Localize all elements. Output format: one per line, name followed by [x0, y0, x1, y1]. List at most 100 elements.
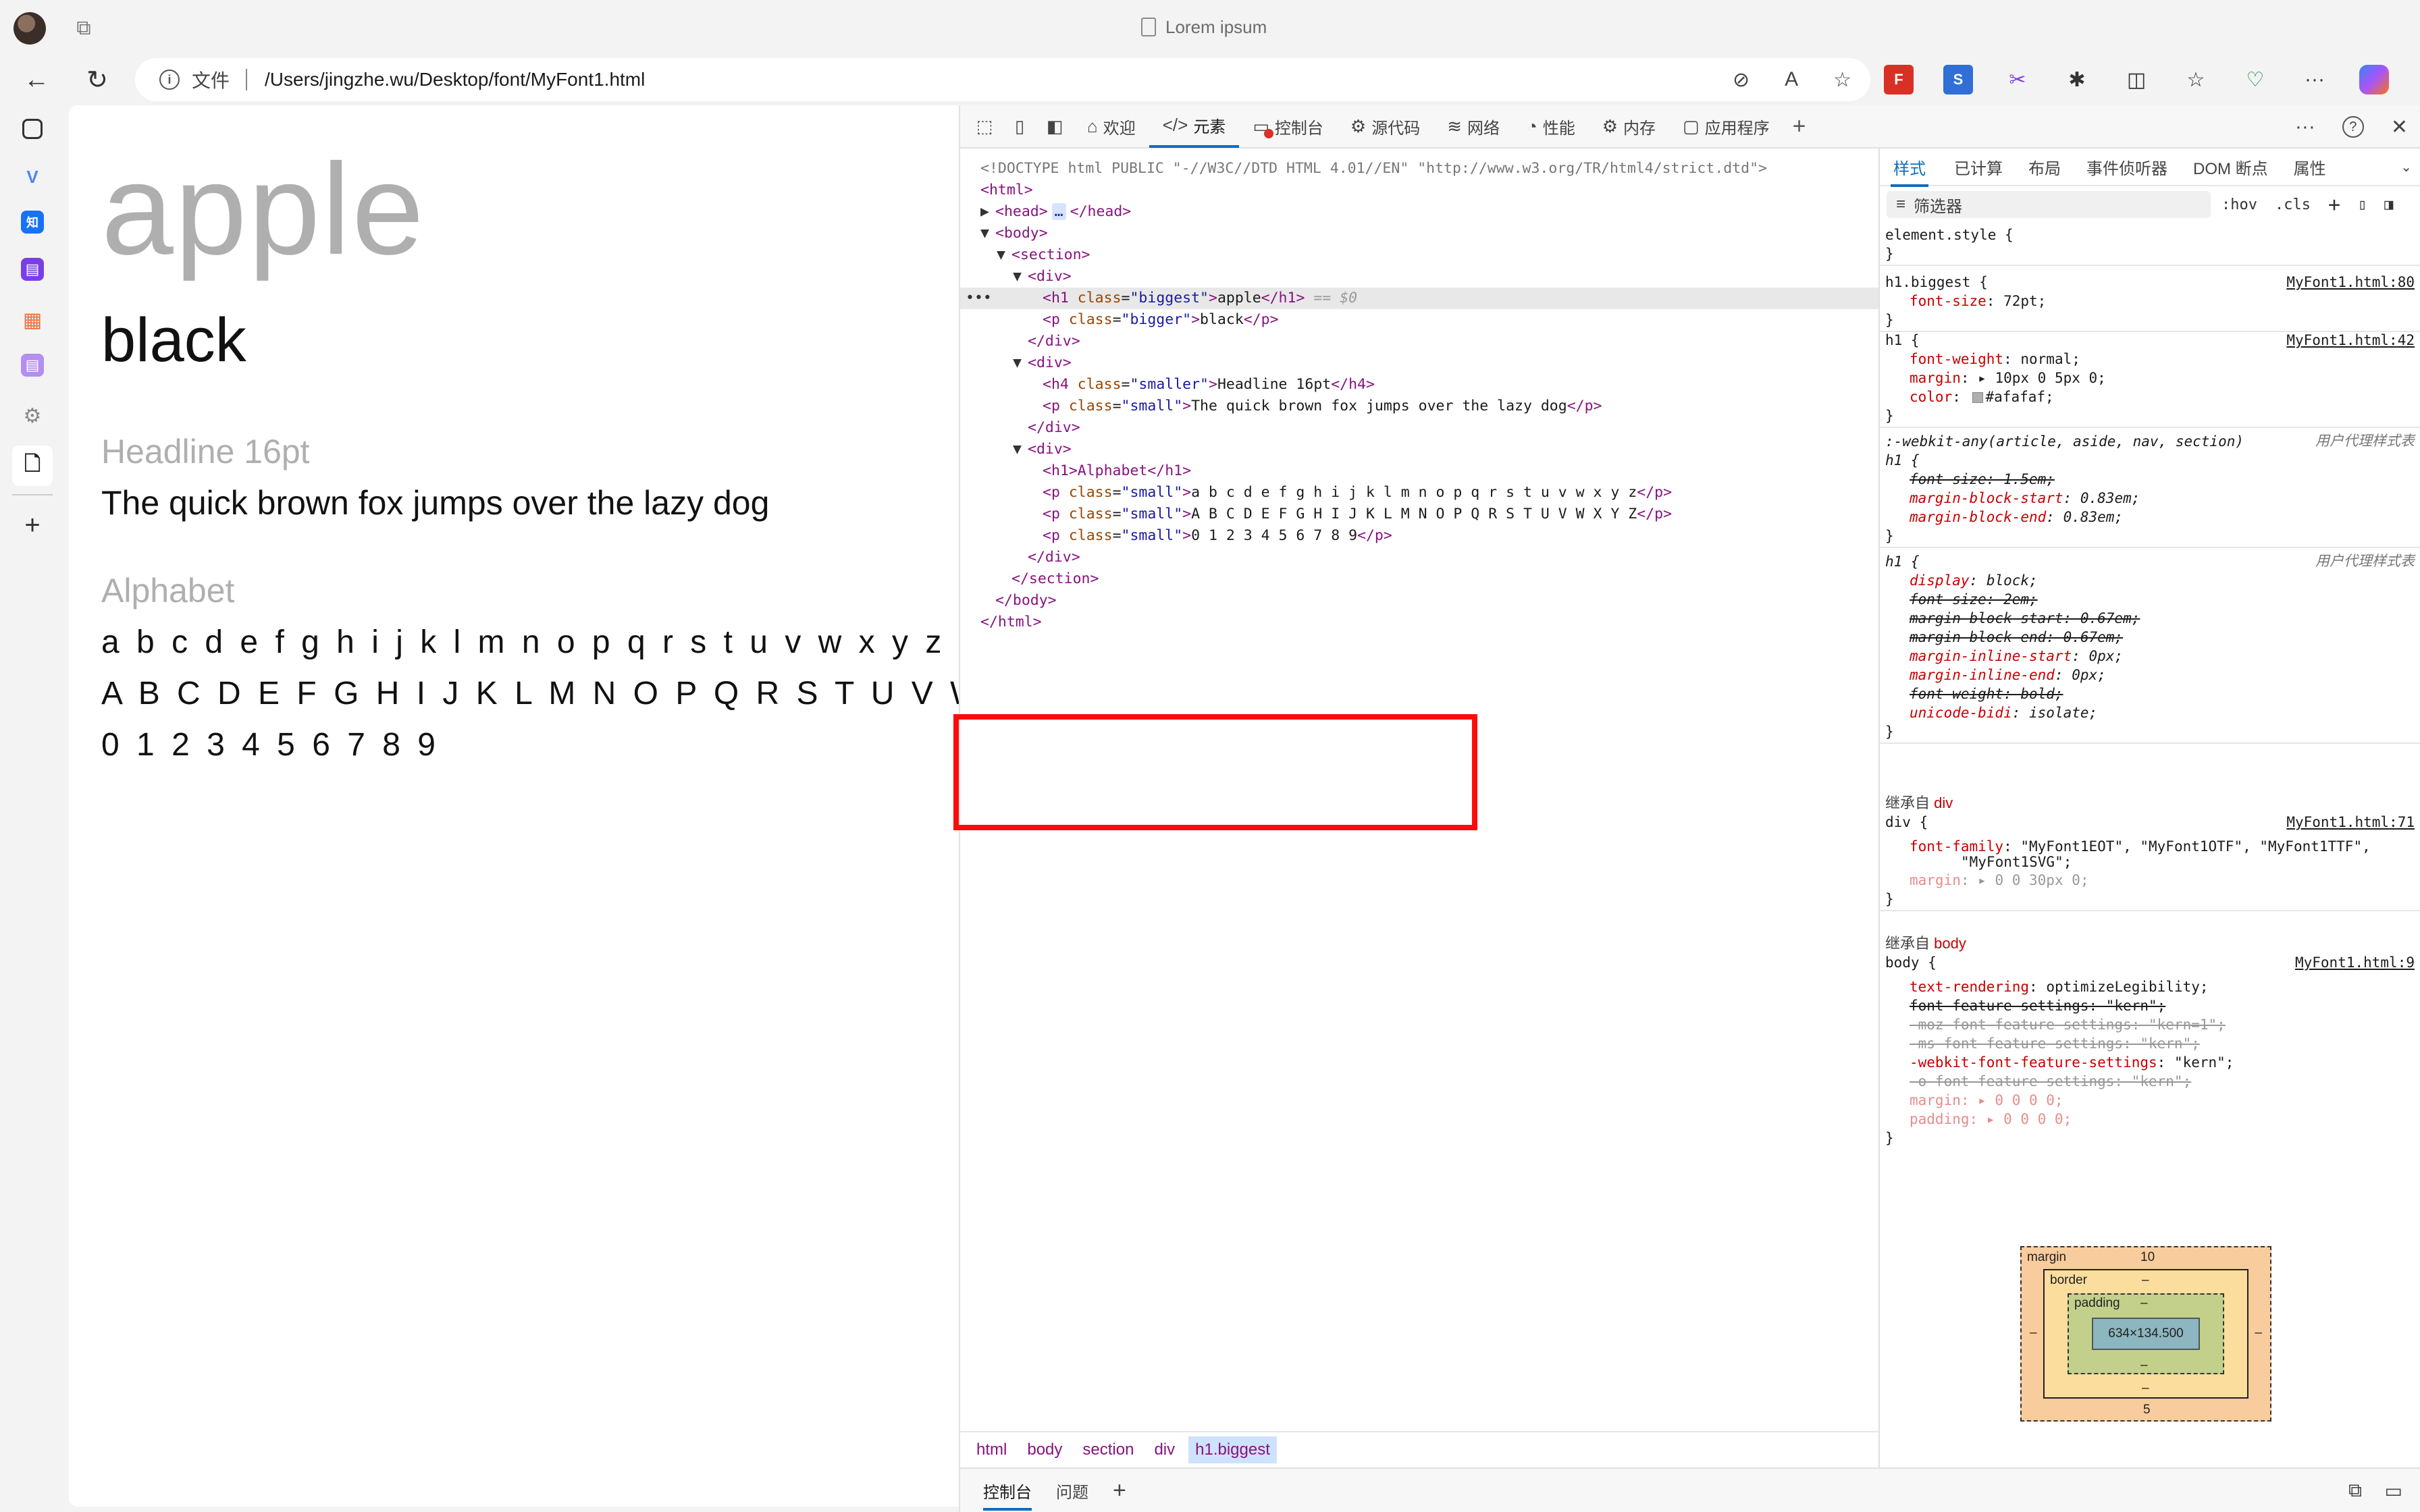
- dom-p-lower[interactable]: <p class="small">a b c d e f g h i j k l…: [960, 482, 1878, 504]
- prop-name[interactable]: -webkit-font-feature-settings: [1910, 1054, 2157, 1071]
- drawer-tab-issues[interactable]: 问题: [1056, 1479, 1088, 1503]
- prop-value[interactable]: block;: [1987, 572, 2038, 589]
- subtab-layout[interactable]: 布局: [2028, 155, 2061, 179]
- prop-value[interactable]: 0.83em;: [2080, 490, 2140, 506]
- prop-name[interactable]: margin-block-end: [1910, 509, 2046, 525]
- prop-overridden[interactable]: font-size: 1.5em;: [1885, 470, 2417, 489]
- rule-body[interactable]: body {MyFont1.html:9 text-rendering: opt…: [1880, 952, 2420, 1149]
- read-aloud-icon[interactable]: A: [1785, 68, 1798, 91]
- color-format-icon[interactable]: ▯: [2358, 196, 2367, 213]
- help-icon[interactable]: ?: [2342, 116, 2364, 138]
- dom-div-1[interactable]: ▼ <div>: [960, 266, 1878, 288]
- dom-section-close[interactable]: </section>: [960, 568, 1878, 590]
- prop-invalid[interactable]: -ms-font-feature-settings: "kern";: [1885, 1034, 2417, 1053]
- prop-name[interactable]: margin: [1910, 370, 1961, 386]
- drawer-tab-console[interactable]: 控制台: [983, 1471, 1032, 1511]
- prop-name[interactable]: unicode-bidi: [1910, 705, 2012, 721]
- border-bottom-value[interactable]: –: [2142, 1381, 2149, 1396]
- prop-value[interactable]: 10px 0 5px 0;: [1995, 370, 2105, 386]
- crumb-body[interactable]: body: [1020, 1436, 1069, 1463]
- prop-value[interactable]: normal;: [2020, 351, 2080, 367]
- tab-console[interactable]: ▭ 控制台: [1239, 105, 1337, 148]
- styles-filter-input[interactable]: ≡ 筛选器: [1887, 191, 2211, 218]
- notes-icon[interactable]: ▤: [21, 258, 44, 281]
- cls-button[interactable]: .cls: [2275, 196, 2311, 213]
- inspect-element-icon[interactable]: ⬚: [968, 110, 1001, 142]
- dock-side-icon[interactable]: ◧: [1038, 110, 1071, 142]
- profile-avatar[interactable]: [14, 12, 46, 45]
- tab-memory[interactable]: ⚙ 内存: [1589, 105, 1669, 148]
- source-link[interactable]: MyFont1.html:80: [2286, 273, 2415, 292]
- prop-overridden[interactable]: margin-block-start: 0.67em;: [1885, 609, 2417, 628]
- dom-div-3-close[interactable]: </div>: [960, 547, 1878, 568]
- favorite-star-icon[interactable]: ☆: [1833, 68, 1851, 92]
- margin-right-value[interactable]: –: [2255, 1326, 2262, 1341]
- info-icon[interactable]: i: [159, 70, 180, 90]
- url-text[interactable]: /Users/jingzhe.wu/Desktop/font/MyFont1.h…: [265, 69, 645, 90]
- dom-p-upper[interactable]: <p class="small">A B C D E F G H I J K L…: [960, 504, 1878, 525]
- prop-name[interactable]: font-family: [1910, 838, 2003, 855]
- rule-h1-biggest[interactable]: h1.biggest {MyFont1.html:80 font-size: 7…: [1880, 271, 2420, 332]
- subtab-styles[interactable]: 样式: [1891, 147, 1928, 187]
- dom-div-2[interactable]: ▼ <div>: [960, 352, 1878, 374]
- zhihu-icon[interactable]: 知: [21, 211, 44, 234]
- cut-extension-icon[interactable]: ✂: [2003, 65, 2032, 94]
- prop-value[interactable]: 0px;: [2089, 648, 2124, 664]
- prop-value[interactable]: 0 0 30px 0;: [1995, 872, 2088, 888]
- box-model-content[interactable]: 634×134.500: [2092, 1318, 2200, 1350]
- dom-p-digits[interactable]: <p class="small">0 1 2 3 4 5 6 7 8 9</p>: [960, 525, 1878, 547]
- subtab-computed[interactable]: 已计算: [1954, 155, 2003, 179]
- settings-icon[interactable]: ⚙: [18, 401, 47, 431]
- subtab-dom-breakpoints[interactable]: DOM 断点: [2193, 155, 2268, 179]
- devtools-more-icon[interactable]: ···: [2295, 115, 2315, 138]
- drawer-add-icon[interactable]: +: [1113, 1478, 1126, 1504]
- back-button[interactable]: ←: [18, 61, 55, 99]
- new-rule-button[interactable]: +: [2328, 193, 2340, 217]
- prop-name[interactable]: margin-inline-start: [1910, 648, 2072, 664]
- tab-list-icon[interactable]: [22, 119, 43, 139]
- close-devtools-icon[interactable]: ✕: [2391, 115, 2408, 139]
- crumb-h1-biggest[interactable]: h1.biggest: [1188, 1436, 1277, 1463]
- prop-name[interactable]: display: [1910, 572, 1970, 589]
- prop-name[interactable]: margin: [1910, 872, 1961, 888]
- prop-overridden[interactable]: font-size: 2em;: [1885, 590, 2417, 609]
- s-extension-icon[interactable]: S: [1943, 65, 1973, 94]
- margin-left-value[interactable]: –: [2030, 1326, 2037, 1341]
- prop-name[interactable]: margin-block-start: [1910, 490, 2063, 506]
- dom-h4-smaller[interactable]: <h4 class="smaller">Headline 16pt</h4>: [960, 374, 1878, 396]
- prop-value[interactable]: isolate;: [2029, 705, 2097, 721]
- hov-button[interactable]: :hov: [2221, 196, 2257, 213]
- dom-h1-biggest-selected[interactable]: ••• <h1 class="biggest">apple</h1> == $0: [960, 288, 1878, 309]
- chevron-down-icon[interactable]: ⌄: [2400, 159, 2412, 176]
- extension-icon[interactable]: ✱: [2062, 65, 2092, 94]
- prop-value[interactable]: 0.83em;: [2063, 509, 2124, 525]
- prop-overridden[interactable]: margin-block-end: 0.67em;: [1885, 628, 2417, 647]
- dom-div-2-close[interactable]: </div>: [960, 417, 1878, 439]
- tab-network[interactable]: ≋ 网络: [1433, 105, 1513, 148]
- dom-section[interactable]: ▼ <section>: [960, 244, 1878, 266]
- copilot-icon[interactable]: [2359, 65, 2389, 94]
- content-size[interactable]: 634×134.500: [2108, 1326, 2183, 1341]
- prop-value[interactable]: "MyFont1EOT", "MyFont1OTF", "MyFont1TTF"…: [2020, 838, 2370, 855]
- subtab-event-listeners[interactable]: 事件侦听器: [2086, 155, 2167, 179]
- prop-name[interactable]: color: [1910, 389, 1952, 405]
- crumb-section[interactable]: section: [1076, 1436, 1140, 1463]
- favorites-icon[interactable]: ☆: [2181, 65, 2211, 94]
- source-link[interactable]: MyFont1.html:42: [2286, 331, 2415, 350]
- margin-top-value[interactable]: 10: [2140, 1250, 2155, 1265]
- dom-body-close[interactable]: </body>: [960, 590, 1878, 612]
- dom-h1-alphabet[interactable]: <h1>Alphabet</h1>: [960, 460, 1878, 482]
- prop-value-continued[interactable]: "MyFont1SVG";: [1885, 855, 2417, 871]
- toggle-sidebar-icon[interactable]: ◨: [2384, 196, 2393, 213]
- tab-actions-icon[interactable]: ⧉: [70, 15, 97, 42]
- prop-value[interactable]: 72pt;: [2003, 293, 2046, 309]
- dom-p-bigger[interactable]: <p class="bigger">black</p>: [960, 309, 1878, 331]
- tab-elements[interactable]: </> 元素: [1149, 105, 1240, 148]
- dom-div-1-close[interactable]: </div>: [960, 331, 1878, 352]
- source-link[interactable]: MyFont1.html:9: [2295, 953, 2415, 972]
- prop-value[interactable]: optimizeLegibility;: [2046, 979, 2208, 995]
- source-link[interactable]: MyFont1.html:71: [2286, 813, 2415, 832]
- browser-essentials-icon[interactable]: ♡: [2240, 65, 2270, 94]
- prop-value[interactable]: #afafaf;: [1986, 389, 2054, 405]
- prop-overridden[interactable]: font-feature-settings: "kern";: [1885, 996, 2417, 1015]
